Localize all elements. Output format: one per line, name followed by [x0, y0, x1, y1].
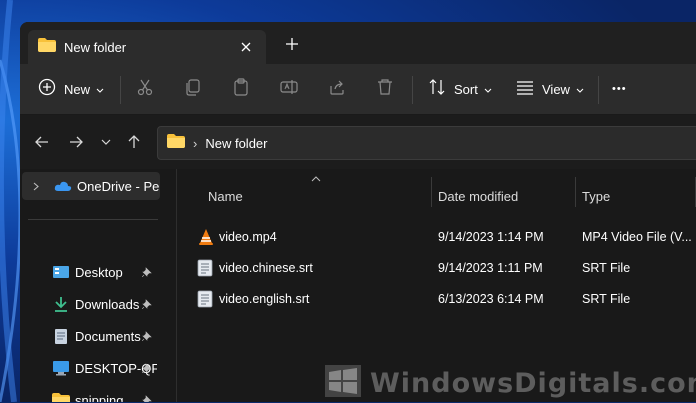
folder-icon	[52, 391, 70, 402]
sidebar-item-desktop[interactable]: Desktop	[20, 258, 160, 286]
recent-locations-chevron-icon[interactable]	[96, 132, 116, 152]
new-tab-icon[interactable]	[282, 34, 302, 54]
navigation-bar: › New folder	[20, 115, 696, 169]
windowsdigitals-logo-icon	[324, 364, 362, 398]
sidebar-item-label: OneDrive - Pers	[77, 178, 159, 194]
sort-label: Sort	[454, 81, 478, 97]
share-button[interactable]	[328, 73, 346, 105]
view-icon	[516, 78, 534, 101]
sidebar-item-documents[interactable]: Documents	[20, 322, 160, 350]
forward-arrow-icon[interactable]	[66, 132, 86, 152]
view-button[interactable]: View	[516, 73, 584, 105]
navigation-pane: OneDrive - Pers Desktop Downloads	[20, 169, 160, 402]
watermark: WindowsDigitals.com	[320, 360, 696, 402]
address-bar[interactable]: › New folder	[157, 126, 696, 160]
file-name: video.chinese.srt	[219, 261, 313, 275]
file-row[interactable]: video.mp4 9/14/2023 1:14 PM MP4 Video Fi…	[177, 223, 696, 253]
new-button[interactable]: New	[38, 73, 104, 105]
chevron-down-icon	[576, 80, 584, 98]
view-label: View	[542, 81, 570, 97]
more-options-button[interactable]: •••	[612, 73, 627, 105]
copy-button[interactable]	[184, 73, 202, 105]
plus-circle-icon	[38, 78, 56, 101]
desktop-icon	[52, 263, 70, 281]
column-header-name[interactable]: Name	[208, 189, 243, 204]
cut-icon	[136, 78, 154, 101]
close-tab-icon[interactable]	[236, 37, 256, 57]
column-divider[interactable]	[575, 177, 576, 207]
delete-button[interactable]	[376, 73, 394, 105]
file-date: 9/14/2023 1:14 PM	[438, 230, 544, 244]
pin-icon[interactable]	[141, 361, 152, 376]
back-arrow-icon[interactable]	[32, 132, 52, 152]
copy-icon	[184, 78, 202, 101]
chevron-right-icon[interactable]	[33, 179, 39, 194]
file-name: video.mp4	[219, 230, 277, 244]
documents-icon	[52, 327, 70, 345]
file-type: SRT File	[582, 261, 631, 275]
command-bar: New Sort View •••	[20, 64, 696, 115]
download-icon	[52, 295, 70, 313]
vlc-icon	[197, 228, 215, 246]
more-icon: •••	[612, 83, 627, 95]
chevron-down-icon	[96, 80, 104, 98]
sidebar-item-downloads[interactable]: Downloads	[20, 290, 160, 318]
tab-new-folder[interactable]: New folder	[28, 30, 266, 64]
rename-button[interactable]	[280, 73, 298, 105]
tab-bar: New folder	[20, 22, 696, 64]
sort-ascending-icon	[311, 169, 321, 187]
watermark-text: WindowsDigitals.com	[370, 368, 696, 399]
column-header-date-modified[interactable]: Date modified	[438, 189, 518, 204]
file-name: video.english.srt	[219, 292, 310, 306]
pin-icon[interactable]	[141, 265, 152, 280]
pin-icon[interactable]	[141, 297, 152, 312]
share-icon	[328, 78, 346, 101]
breadcrumb-separator-icon[interactable]: ›	[193, 136, 197, 151]
breadcrumb-new-folder[interactable]: New folder	[205, 136, 267, 151]
sidebar-item-snipping[interactable]: snipping	[20, 386, 160, 402]
folder-icon	[38, 37, 56, 57]
sort-button[interactable]: Sort	[428, 73, 492, 105]
sort-icon	[428, 78, 446, 101]
text-file-icon	[197, 259, 215, 277]
onedrive-icon	[54, 177, 72, 195]
toolbar-divider	[120, 76, 121, 104]
toolbar-divider	[412, 76, 413, 104]
pin-icon[interactable]	[142, 393, 152, 402]
sidebar-item-onedrive[interactable]: OneDrive - Pers	[22, 172, 160, 200]
computer-icon	[52, 359, 70, 377]
sidebar-divider	[28, 219, 158, 220]
paste-icon	[232, 77, 250, 101]
cut-button[interactable]	[136, 73, 154, 105]
file-type: SRT File	[582, 292, 631, 306]
file-date: 6/13/2023 6:14 PM	[438, 292, 544, 306]
rename-icon	[280, 78, 298, 101]
pin-icon[interactable]	[141, 329, 152, 344]
chevron-down-icon	[484, 80, 492, 98]
sidebar-item-desktop-pc[interactable]: DESKTOP-QF	[20, 354, 160, 382]
toolbar-divider	[598, 76, 599, 104]
column-divider[interactable]	[431, 177, 432, 207]
file-row[interactable]: video.english.srt 6/13/2023 6:14 PM SRT …	[177, 285, 696, 315]
file-type: MP4 Video File (V...	[582, 230, 692, 244]
text-file-icon	[197, 290, 215, 308]
file-date: 9/14/2023 1:11 PM	[438, 261, 543, 275]
folder-icon	[167, 133, 185, 153]
column-header-type[interactable]: Type	[582, 189, 610, 204]
file-explorer-window: New folder New Sort View ••• › New folde…	[20, 22, 696, 402]
new-label: New	[64, 81, 91, 97]
tab-title: New folder	[64, 39, 127, 55]
paste-button[interactable]	[232, 73, 250, 105]
delete-icon	[376, 78, 394, 101]
up-arrow-icon[interactable]	[124, 132, 144, 152]
file-row[interactable]: video.chinese.srt 9/14/2023 1:11 PM SRT …	[177, 254, 696, 284]
